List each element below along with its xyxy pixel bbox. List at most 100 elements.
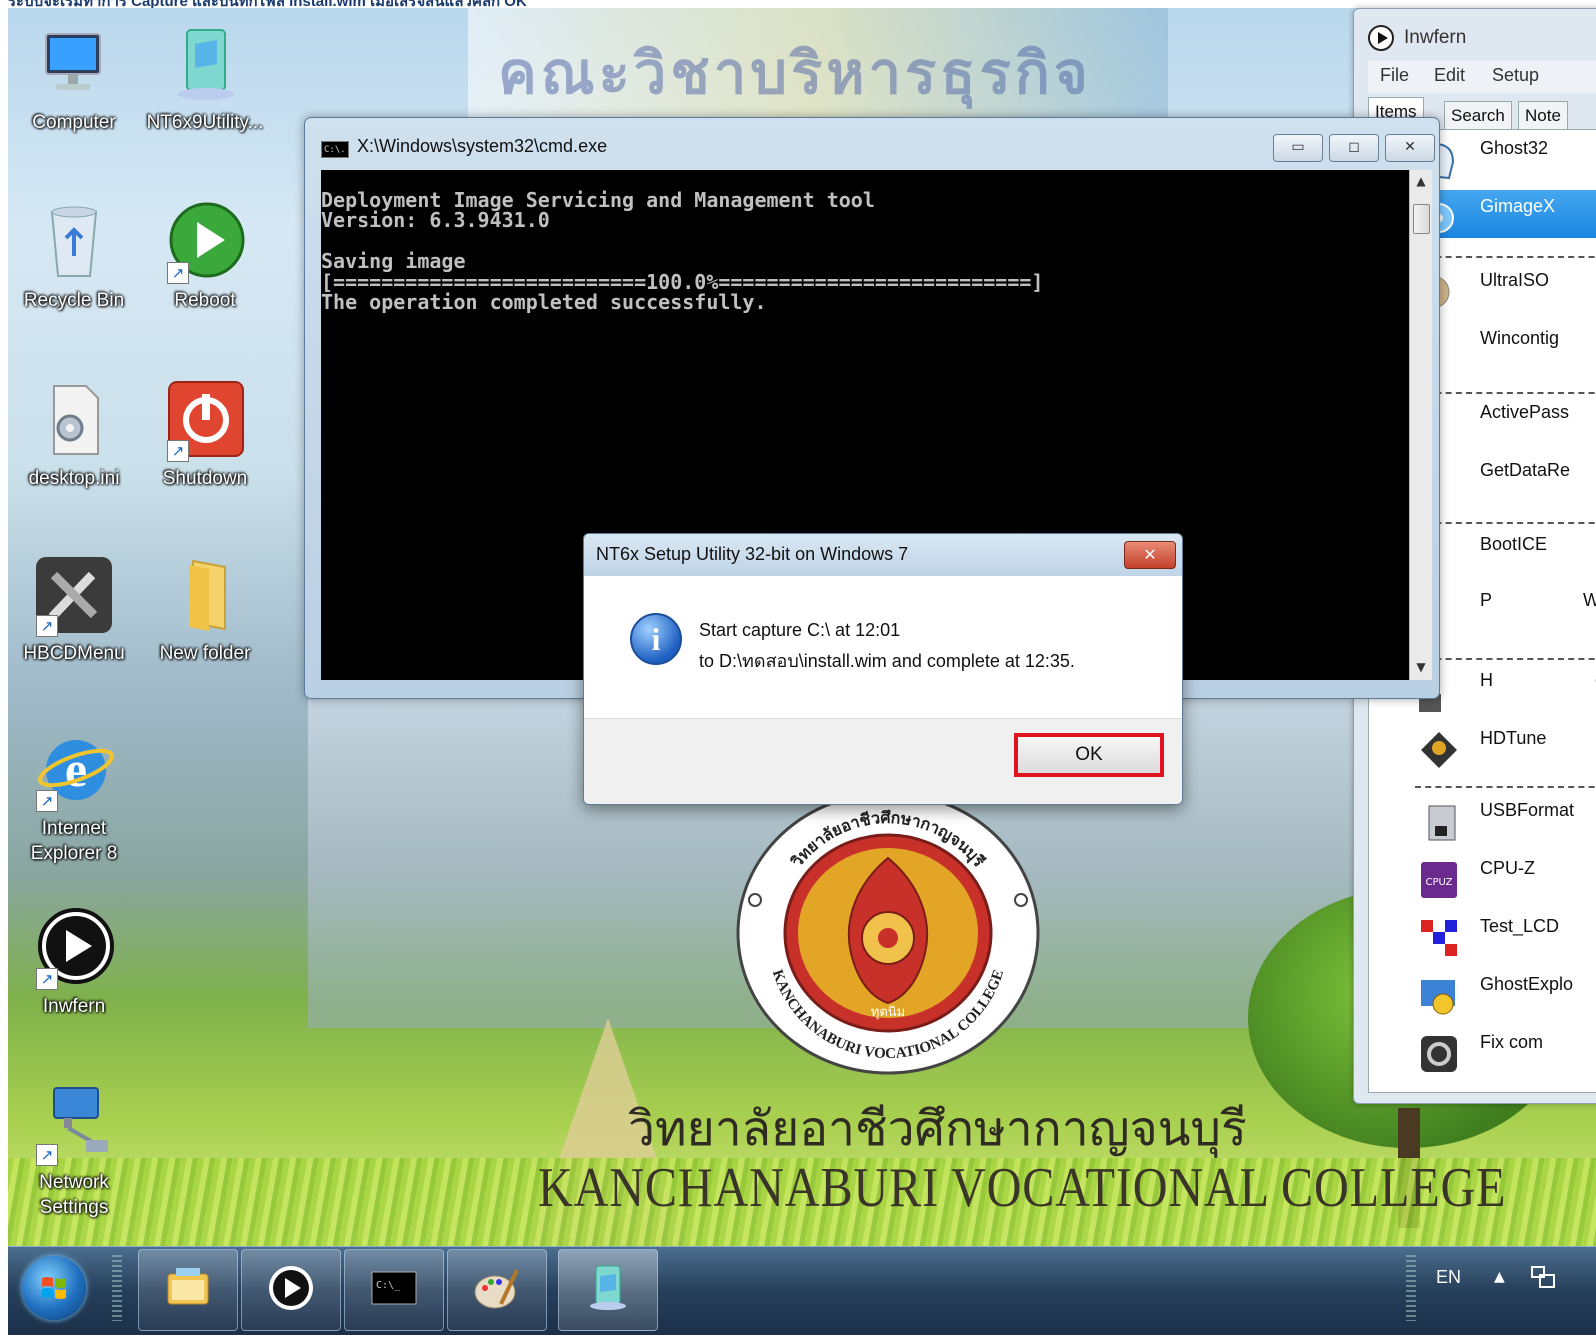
minimize-button[interactable]: ▭ — [1273, 134, 1323, 162]
menu-setup[interactable]: Setup — [1492, 65, 1539, 86]
taskbar-button-cmd[interactable]: C:\_ — [344, 1249, 444, 1331]
desktop-icon-internet-explorer[interactable]: e ↗ Internet Explorer 8 — [14, 730, 134, 866]
scroll-up-arrow-icon[interactable]: ▲ — [1410, 174, 1432, 188]
list-item-cpu-z[interactable]: CPUZ CPU-Z — [1369, 852, 1596, 900]
desktop-icon-label: Recycle Bin — [23, 290, 125, 311]
desktop-icon-new-folder[interactable]: New folder — [145, 555, 265, 666]
separator — [1415, 256, 1596, 258]
separator — [1415, 786, 1596, 788]
info-icon: i — [630, 613, 682, 665]
taskbar: C:\_ EN ▲ — [8, 1246, 1596, 1335]
svg-text:CPUZ: CPUZ — [1425, 877, 1452, 888]
desktop-icon-label: HBCDMenu — [23, 643, 125, 664]
usb-icon — [1428, 805, 1456, 841]
cpuz-icon: CPUZ — [1421, 862, 1457, 898]
item-label: GhostExplo — [1480, 974, 1574, 994]
desktop-icon-label: Reboot — [174, 290, 236, 311]
settings-file-icon — [53, 385, 99, 455]
item-label: GetDataRe — [1480, 460, 1571, 480]
nt6x-utility-icon — [590, 1265, 626, 1310]
list-item-test-lcd[interactable]: Test_LCD — [1369, 910, 1596, 958]
show-hidden-icons-arrow-icon[interactable]: ▲ — [1494, 1269, 1505, 1285]
desktop-icon-recycle-bin[interactable]: Recycle Bin — [14, 202, 134, 313]
vertical-scrollbar[interactable]: ▲ ▼ — [1409, 170, 1432, 680]
desktop-icon-desktop-ini[interactable]: desktop.ini — [14, 380, 134, 491]
scroll-down-arrow-icon[interactable]: ▼ — [1410, 660, 1432, 674]
computer-icon — [45, 33, 101, 90]
item-label-suffix: Wi — [1583, 590, 1596, 611]
desktop-icon-label: Internet — [41, 818, 107, 839]
separator — [1415, 392, 1596, 394]
desktop-icon-label: Inwfern — [42, 996, 106, 1017]
desktop-icon-label: Computer — [32, 112, 116, 133]
language-indicator[interactable]: EN — [1436, 1267, 1461, 1288]
inwfern-title: Inwfern — [1404, 27, 1467, 48]
menu-file[interactable]: File — [1380, 65, 1409, 86]
svg-text:e: e — [65, 741, 87, 797]
list-item-ghostexplorer[interactable]: GhostExplo — [1369, 968, 1596, 1016]
shortcut-arrow-icon: ↗ — [167, 440, 189, 462]
tab-search[interactable]: Search — [1444, 101, 1512, 129]
taskbar-button-inwfern[interactable] — [241, 1249, 341, 1331]
desktop-icon-label-line2: Explorer 8 — [30, 843, 118, 864]
desktop-icon-nt6x9utility[interactable]: NT6x9Utility... — [145, 24, 265, 135]
menu-edit[interactable]: Edit — [1434, 65, 1465, 86]
item-label: Ghost32 — [1480, 138, 1549, 158]
top-caption: ระบบจะเริ่มทำการ Capture และบันทึกไฟล์ i… — [0, 0, 1596, 8]
item-label: CPU-Z — [1480, 858, 1535, 878]
seal-motto: ทุตนิม — [871, 1005, 905, 1020]
desktop-icon-shutdown[interactable]: ↗ Shutdown — [145, 380, 265, 491]
scroll-thumb[interactable] — [1413, 204, 1430, 234]
maximize-button[interactable]: ◻ — [1329, 134, 1379, 162]
list-item-fix-com[interactable]: Fix com — [1369, 1026, 1596, 1074]
recycle-bin-icon — [50, 206, 98, 277]
item-label: USBFormat — [1480, 800, 1575, 820]
taskbar-button-nt6x-utility[interactable] — [558, 1249, 658, 1331]
cmd-window-icon: C:\. — [321, 141, 349, 158]
dialog-titlebar: NT6x Setup Utility 32-bit on Windows 7 ✕ — [584, 534, 1182, 576]
taskbar-button-explorer[interactable] — [138, 1249, 238, 1331]
desktop-icon-inwfern[interactable]: ↗ Inwfern — [14, 908, 134, 1019]
item-label: ActivePass — [1480, 402, 1570, 422]
shortcut-arrow-icon: ↗ — [36, 1144, 58, 1166]
list-item-hdtune[interactable]: HDTune — [1369, 722, 1596, 770]
item-label: UltraISO — [1480, 270, 1550, 290]
shortcut-arrow-icon: ↗ — [167, 262, 189, 284]
cmd-icon: C:\_ — [371, 1271, 417, 1305]
ghost-explorer-icon — [1421, 980, 1455, 1015]
console-line: The operation completed successfully. — [321, 290, 767, 315]
start-button[interactable] — [22, 1256, 86, 1320]
file-explorer-icon — [167, 1268, 209, 1305]
item-label: Wincontig — [1480, 328, 1560, 348]
dialog-close-button[interactable]: ✕ — [1124, 541, 1176, 569]
desktop-icon-label-line2: Settings — [39, 1197, 109, 1218]
item-label: Fix com — [1480, 1032, 1543, 1052]
caption-text: ระบบจะเริ่มทำการ Capture และบันทึกไฟล์ i… — [8, 0, 527, 8]
desktop-icon-label: desktop.ini — [28, 468, 120, 489]
ok-button[interactable]: OK — [1014, 733, 1164, 777]
network-tray-icon[interactable] — [1528, 1263, 1558, 1293]
dialog-footer: OK — [584, 718, 1182, 804]
lcd-icon — [1421, 920, 1457, 956]
shortcut-arrow-icon: ↗ — [36, 615, 58, 637]
desktop-icon-computer[interactable]: Computer — [14, 24, 134, 135]
separator — [1415, 522, 1596, 524]
gear-icon — [1421, 1036, 1457, 1072]
desktop-icon-label: New folder — [159, 643, 251, 664]
item-label: HDTune — [1480, 728, 1547, 748]
desktop-icon-reboot[interactable]: ↗ Reboot — [145, 202, 265, 313]
message-dialog: NT6x Setup Utility 32-bit on Windows 7 ✕… — [583, 533, 1183, 805]
desktop-icon-network-settings[interactable]: ↗ Network Settings — [14, 1084, 134, 1220]
folder-icon — [189, 559, 226, 631]
taskbar-button-paint[interactable] — [447, 1249, 547, 1331]
tray-grip[interactable] — [1406, 1255, 1416, 1321]
console-line: Version: 6.3.9431.0 — [321, 208, 550, 233]
inwfern-play-icon — [1368, 25, 1394, 51]
separator — [1415, 658, 1596, 660]
tab-note[interactable]: Note — [1518, 101, 1568, 129]
item-label: GimageX — [1480, 196, 1556, 216]
desktop-icon-hbcdmenu[interactable]: ↗ HBCDMenu — [14, 555, 134, 666]
taskbar-grip[interactable] — [112, 1255, 122, 1321]
close-button[interactable]: ✕ — [1385, 134, 1435, 162]
list-item-usbformat[interactable]: USBFormat — [1369, 794, 1596, 842]
